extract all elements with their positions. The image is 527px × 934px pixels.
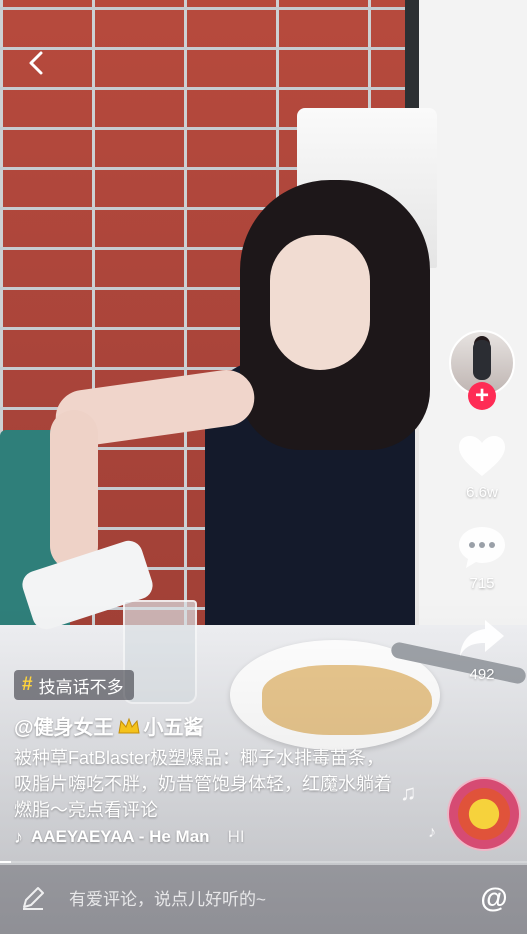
music-title-overflow: HI xyxy=(227,827,245,846)
comment-count: 715 xyxy=(469,575,495,592)
chevron-left-icon xyxy=(29,51,43,75)
video-screen[interactable]: + 6.6w 715 492 # 技高话不多 @健身女王 小五酱 被种草FatB… xyxy=(0,0,527,934)
share-button[interactable]: 492 xyxy=(456,614,508,683)
playback-progress-fill xyxy=(0,861,11,863)
comment-bar: @ xyxy=(0,865,527,934)
follow-button[interactable]: + xyxy=(468,382,496,410)
heart-icon xyxy=(456,432,508,480)
floating-note-icon: ♪ xyxy=(428,824,436,841)
back-button[interactable] xyxy=(22,48,52,78)
hashtag-chip[interactable]: # 技高话不多 xyxy=(14,670,134,700)
playback-progress[interactable] xyxy=(0,861,527,863)
share-count: 492 xyxy=(469,666,495,683)
crown-icon xyxy=(117,717,140,733)
share-arrow-icon xyxy=(456,614,508,662)
comment-input[interactable] xyxy=(67,887,431,913)
author-name-prefix: @健身女王 xyxy=(14,717,114,739)
music-title: AAEYAEYAA - He Man xyxy=(31,827,210,846)
like-count: 6.6w xyxy=(466,484,498,501)
woman-face xyxy=(270,235,370,370)
like-button[interactable]: 6.6w xyxy=(456,432,508,501)
floating-note-icon: ♫ xyxy=(400,780,417,805)
hashtag-icon: # xyxy=(22,674,33,695)
action-rail: + 6.6w 715 492 xyxy=(447,330,517,683)
music-marquee[interactable]: ♪ AAEYAEYAA - He Man HI xyxy=(14,825,314,849)
mention-button[interactable]: @ xyxy=(476,880,512,916)
avatar-figure xyxy=(473,340,491,380)
hashtag-label: 技高话不多 xyxy=(38,677,124,697)
comment-button[interactable]: 715 xyxy=(456,523,508,592)
pencil-icon xyxy=(23,887,44,910)
music-note-icon: ♪ xyxy=(14,826,23,847)
music-disc[interactable] xyxy=(447,777,521,851)
comment-bubble-icon xyxy=(456,523,508,571)
woman-forearm xyxy=(50,410,98,570)
post-description: 被种草FatBlaster极塑爆品：椰子水排毒苗条，吸脂片嗨吃不胖，奶昔管饱身体… xyxy=(14,748,392,820)
author-name-suffix: 小五酱 xyxy=(143,717,204,739)
author-handle[interactable]: @健身女王 小五酱 xyxy=(14,711,204,740)
